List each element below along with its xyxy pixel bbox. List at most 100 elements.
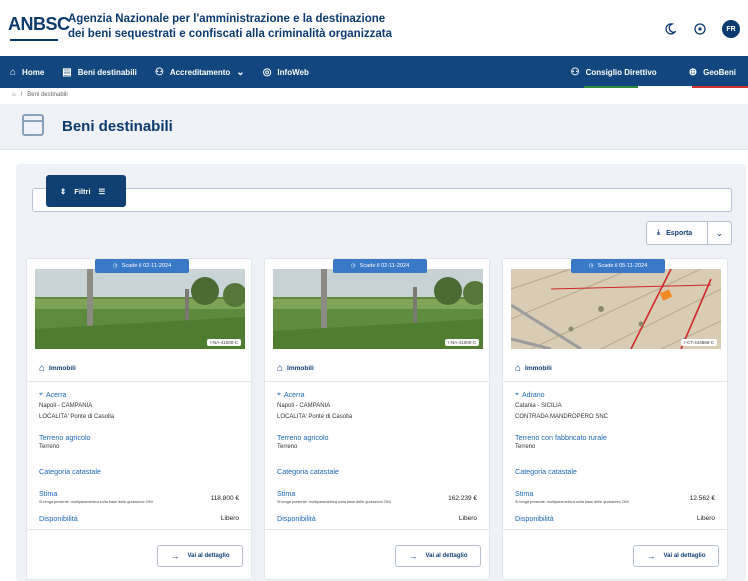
details-button[interactable]: → Vai al dettaglio [395, 545, 481, 567]
property-category: Terreno agricolo [39, 433, 91, 442]
agency-name: Agenzia Nazionale per l'amministrazione … [68, 12, 392, 42]
help-icon[interactable] [692, 21, 708, 37]
nav-item-accreditamento[interactable]: ⚇ Accreditamento ⌄ [155, 56, 245, 88]
house-icon: ⌂ [277, 363, 284, 374]
agency-line-2: dei beni sequestrati e confiscati alla c… [68, 28, 393, 40]
card-divider [503, 529, 727, 530]
estimate-value: 118.800 € [210, 495, 239, 502]
expiry-text: Scade il 02-11-2024 [359, 263, 410, 269]
nav-label: Home [22, 67, 45, 77]
house-icon: ⌂ [39, 363, 46, 374]
location-pin-icon: ⌖ [515, 391, 519, 398]
property-photo [273, 269, 483, 349]
site-header: ANBSC Agenzia Nazionale per l'amministra… [0, 0, 748, 56]
property-code: I-NA-41000-C [207, 339, 241, 346]
expiry-badge: ◷ Scade il 02-11-2024 [333, 259, 427, 273]
property-code: I-CT-444886-C [681, 339, 717, 346]
availability-label: Disponibilità [39, 514, 78, 523]
property-subcategory: Terreno [277, 444, 298, 450]
availability-value: Libero [696, 515, 715, 522]
details-button[interactable]: → Vai al dettaglio [157, 545, 243, 567]
nav-item-beni-destinabili[interactable]: ▤ Beni destinabili [62, 56, 137, 88]
property-address: LOCALITA' Ponte di Casolla [277, 414, 353, 420]
chevron-down-icon: ⌄ [236, 66, 245, 78]
estimate-label: Stima [515, 489, 534, 498]
property-card[interactable]: ◷ Scade il 05-11-2024 I-CT-444886-C ⌂ Im… [502, 258, 728, 580]
home-icon[interactable]: ⌂ [12, 92, 16, 98]
estimate-note: Si tenga presente: multiparametrica sull… [277, 500, 391, 504]
users-icon: ⚇ [154, 66, 164, 78]
nav-item-geobeni[interactable]: ⊕ GeoBeni [689, 56, 736, 88]
property-region: Napoli - CAMPANIA [277, 403, 331, 409]
property-card[interactable]: ◷ Scade il 02-11-2024 I-NA-41000-C ⌂ Imm… [26, 258, 252, 580]
location-pin-icon: ⌖ [39, 391, 43, 398]
location-pin-icon: ⌖ [277, 391, 281, 398]
details-label: Vai al dettaglio [663, 553, 706, 559]
expiry-badge: ◷ Scade il 05-11-2024 [571, 259, 665, 273]
estimate-value: 12.562 € [689, 495, 715, 502]
type-label: Immobili [525, 365, 552, 372]
property-photo [35, 269, 245, 349]
city-name: Adrano [521, 391, 545, 399]
globe-icon: ◎ [262, 66, 272, 78]
nav-right-group: ⚇ Consiglio Direttivo ⊕ GeoBeni [561, 56, 744, 88]
chevron-down-icon: ⌄ [715, 227, 724, 238]
filter-lines-icon: ☰ [98, 186, 106, 196]
header-actions: FR [662, 20, 740, 38]
map-icon: ⊕ [688, 66, 698, 78]
main-navigation: ⌂ Home ▤ Beni destinabili ⚇ Accreditamen… [0, 56, 748, 88]
logo-underline [10, 39, 58, 41]
expiry-text: Scade il 05-11-2024 [597, 263, 648, 269]
filters-button[interactable]: ⇕ Filtri ☰ [46, 175, 126, 207]
user-avatar[interactable]: FR [722, 20, 740, 38]
breadcrumb-current: Beni destinabili [27, 92, 68, 98]
house-icon: ⌂ [515, 363, 522, 374]
type-label: Immobili [287, 365, 314, 372]
estimate-note: Si tenga presente: multiparametrica sull… [39, 500, 153, 504]
estimate-label: Stima [277, 489, 296, 498]
property-region: Catania - SICILIA [515, 403, 562, 409]
nav-item-infoweb[interactable]: ◎ InfoWeb [263, 56, 309, 88]
page-title: Beni destinabili [62, 118, 173, 135]
availability-value: Libero [458, 515, 477, 522]
property-type: ⌂ Immobili [277, 363, 314, 374]
breadcrumb-separator: / [20, 92, 23, 98]
italian-flag-stripe [584, 86, 748, 88]
nav-label: InfoWeb [277, 67, 309, 77]
availability-value: Libero [220, 515, 239, 522]
type-label: Immobili [49, 365, 76, 372]
details-button[interactable]: → Vai al dettaglio [633, 545, 719, 567]
anbsc-logo[interactable]: ANBSC [8, 14, 70, 35]
cadastral-category-label: Categoria catastale [277, 467, 339, 476]
card-divider [27, 381, 251, 382]
people-icon: ⚇ [570, 66, 580, 78]
property-category: Terreno con fabbricato rurale [515, 433, 607, 442]
nav-item-home[interactable]: ⌂ Home [10, 56, 44, 88]
export-button[interactable]: ⤓ Esporta [646, 221, 708, 245]
property-subcategory: Terreno [515, 444, 536, 450]
property-code: I-NA-41000-C [445, 339, 479, 346]
clock-icon: ◷ [588, 263, 594, 269]
expiry-text: Scade il 02-11-2024 [121, 263, 172, 269]
property-address: LOCALITA' Ponte di Casolla [39, 414, 115, 420]
card-divider [27, 529, 251, 530]
property-card[interactable]: ◷ Scade il 02-11-2024 I-NA-41000-C ⌂ Imm… [264, 258, 490, 580]
nav-label: Beni destinabili [77, 67, 137, 77]
nav-label: Consiglio Direttivo [585, 67, 657, 77]
cadastral-category-label: Categoria catastale [515, 467, 577, 476]
theme-toggle-icon[interactable] [662, 21, 678, 37]
nav-label: GeoBeni [703, 67, 736, 77]
filter-panel[interactable] [32, 188, 732, 212]
list-icon: ▤ [62, 66, 72, 78]
nav-item-consiglio-direttivo[interactable]: ⚇ Consiglio Direttivo [571, 56, 657, 88]
property-city: ⌖ Acerra [277, 391, 305, 399]
nav-label: Accreditamento [169, 67, 231, 77]
expiry-badge: ◷ Scade il 02-11-2024 [95, 259, 189, 273]
card-divider [265, 381, 489, 382]
export-dropdown-toggle[interactable]: ⌄ [708, 221, 732, 245]
download-icon: ⤓ [657, 229, 661, 236]
property-city: ⌖ Acerra [39, 391, 67, 399]
breadcrumb: ⌂ / Beni destinabili [12, 92, 68, 98]
home-icon: ⌂ [10, 66, 17, 78]
page-title-bar: Beni destinabili [0, 104, 748, 150]
